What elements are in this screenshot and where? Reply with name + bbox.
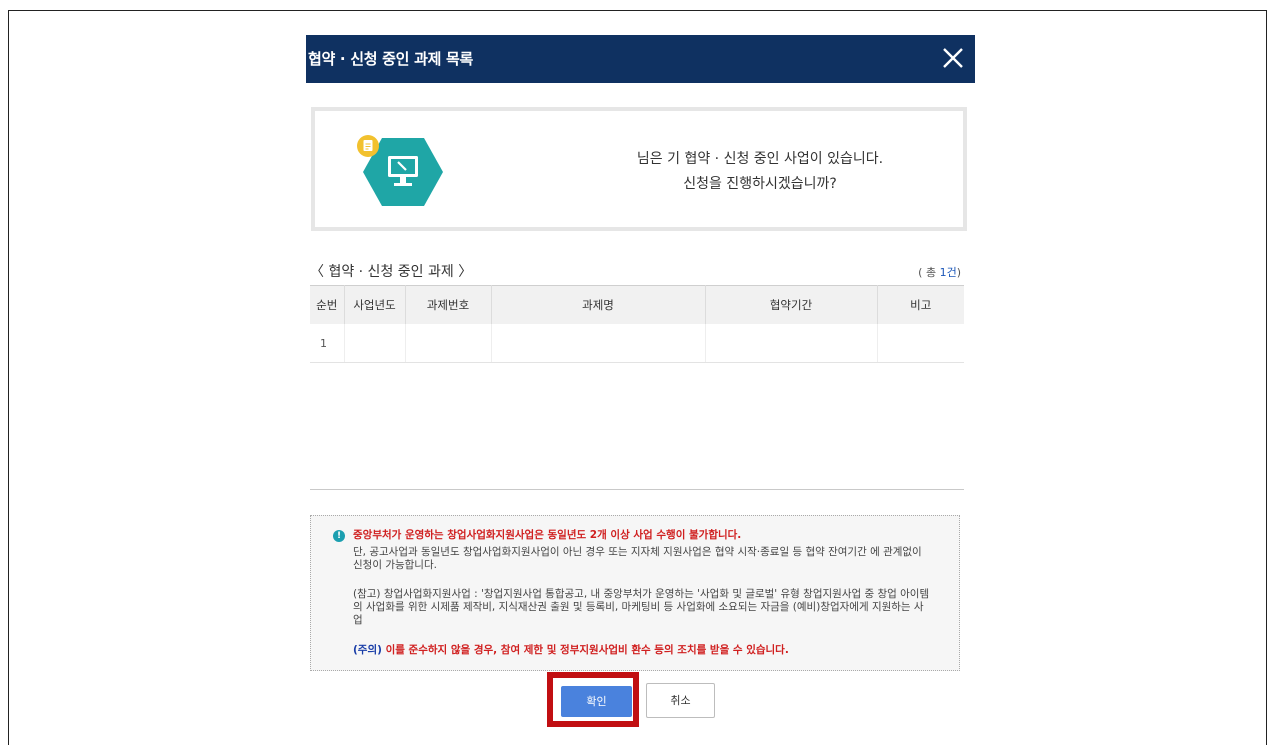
notice-box: ! 중앙부처가 운영하는 창업사업화지원사업은 동일년도 2개 이상 사업 수행… xyxy=(310,515,960,671)
cell-period xyxy=(705,324,878,363)
caution-text: 이를 준수하지 않을 경우, 참여 제한 및 정부지원사업비 환수 등의 조치를… xyxy=(381,644,789,656)
count-prefix: ( 총 xyxy=(918,266,940,279)
notice-caution: (주의) 이를 준수하지 않을 경우, 참여 제한 및 정부지원사업비 환수 등… xyxy=(353,644,933,657)
project-table: 순번 사업년도 과제번호 과제명 협약기간 비고 1 xyxy=(310,285,964,363)
info-message: 님은 기 협약 · 신청 중인 사업이 있습니다. 신청을 진행하시겠습니까? xyxy=(595,147,925,197)
col-header-project-name: 과제명 xyxy=(491,285,706,324)
notice-headline: 중앙부처가 운영하는 창업사업화지원사업은 동일년도 2개 이상 사업 수행이 … xyxy=(353,529,742,541)
table-row[interactable]: 1 xyxy=(310,324,964,363)
confirm-button[interactable]: 확인 xyxy=(561,686,632,717)
info-line-1: 님은 기 협약 · 신청 중인 사업이 있습니다. xyxy=(636,151,884,167)
col-header-no: 순번 xyxy=(310,285,345,324)
info-line-2: 신청을 진행하시겠습니까? xyxy=(683,176,837,192)
cell-project-name xyxy=(491,324,706,363)
table-header-row: 순번 사업년도 과제번호 과제명 협약기간 비고 xyxy=(310,285,964,324)
alert-icon: ! xyxy=(333,530,345,542)
cell-remarks xyxy=(877,324,964,363)
section-divider xyxy=(310,489,964,490)
notice-exception: 단, 공고사업과 동일년도 창업사업화지원사업이 아닌 경우 또는 지자체 지원… xyxy=(353,546,922,571)
close-icon[interactable] xyxy=(941,46,965,70)
monitor-icon xyxy=(357,135,443,206)
modal-header: 협약 · 신청 중인 과제 목록 xyxy=(306,35,975,83)
col-header-project-number: 과제번호 xyxy=(405,285,492,324)
info-box: 님은 기 협약 · 신청 중인 사업이 있습니다. 신청을 진행하시겠습니까? xyxy=(311,107,967,231)
cancel-button[interactable]: 취소 xyxy=(646,683,715,718)
col-header-remarks: 비고 xyxy=(877,285,964,324)
cell-project-number xyxy=(405,324,492,363)
notice-reference: (참고) 창업사업화지원사업 : '창업지원사업 통합공고, 내 중앙부처가 운… xyxy=(353,588,930,626)
cell-year xyxy=(344,324,406,363)
col-header-year: 사업년도 xyxy=(344,285,406,324)
project-list-modal: 협약 · 신청 중인 과제 목록 님은 기 협약 · 신청 중인 사업이 있습니… xyxy=(306,35,975,745)
cell-no: 1 xyxy=(310,324,345,363)
count-suffix: ) xyxy=(956,266,961,279)
total-count: ( 총 1건) xyxy=(918,264,961,280)
caution-label: (주의) xyxy=(353,644,382,656)
section-title: 〈 협약 · 신청 중인 과제 〉 xyxy=(310,264,473,280)
count-value: 1건 xyxy=(939,266,957,279)
col-header-period: 협약기간 xyxy=(705,285,878,324)
modal-title: 협약 · 신청 중인 과제 목록 xyxy=(308,50,474,68)
